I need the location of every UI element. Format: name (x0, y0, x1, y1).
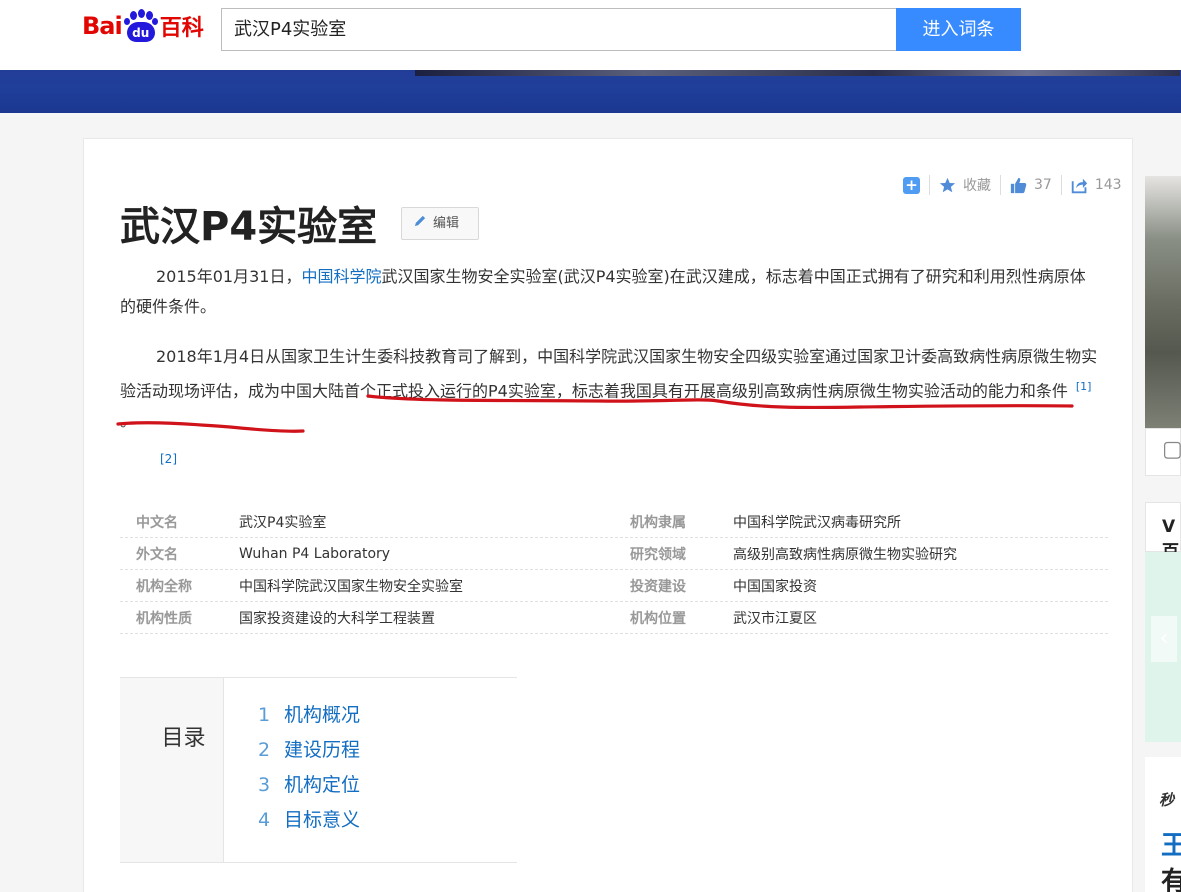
toc-list: 1 机构概况 2 建设历程 3 机构定位 4 目标意义 (258, 700, 360, 840)
chevron-left-icon[interactable]: ‹ (1151, 616, 1177, 662)
summary-paragraph-1: 2015年01月31日，中国科学院武汉国家生物安全实验室(武汉P4实验室)在武汉… (120, 262, 1100, 322)
info-value: 中国国家投资 (733, 578, 817, 595)
info-value: 中国科学院武汉病毒研究所 (733, 514, 901, 531)
paw-icon: du (123, 9, 158, 43)
search-input[interactable]: 武汉P4实验室 (221, 8, 897, 51)
toc-item[interactable]: 4 目标意义 (258, 805, 360, 840)
toc-item[interactable]: 3 机构定位 (258, 770, 360, 805)
info-row: 机构性质 国家投资建设的大科学工程装置 机构位置 武汉市江夏区 (120, 602, 1108, 634)
toc-label: 目录 (120, 678, 224, 862)
toc-item-number: 1 (258, 704, 271, 726)
toc-item-label[interactable]: 机构定位 (284, 774, 360, 796)
reference-2-link[interactable]: [2] (160, 452, 177, 466)
top-header: Bai du 百科 武汉P4实验室 进入词条 (0, 0, 1181, 70)
toc-item-number: 2 (258, 739, 271, 761)
page-title: 武汉P4实验室 (120, 204, 378, 250)
toc-item-number: 3 (258, 774, 271, 796)
toolbar-divider (1060, 175, 1062, 195)
enter-entry-button[interactable]: 进入词条 (896, 8, 1021, 51)
toc-item[interactable]: 2 建设历程 (258, 735, 360, 770)
logo-du-text: du (126, 22, 155, 42)
reference-1-link[interactable]: [1] (1076, 380, 1092, 393)
info-name: 研究领域 (630, 546, 686, 563)
para2-text: 2018年1月4日从国家卫生计生委科技教育司了解到，中国科学院武汉国家生物安全四… (120, 347, 1098, 401)
toc-item-label[interactable]: 目标意义 (284, 809, 360, 831)
info-name: 机构性质 (136, 610, 192, 627)
para2-end: 。 (120, 411, 137, 431)
info-value: Wuhan P4 Laboratory (239, 545, 391, 562)
edit-button[interactable]: 编辑 (401, 207, 479, 240)
plus-icon[interactable]: + (903, 176, 920, 194)
para1-prefix: 2015年01月31日， (156, 267, 302, 286)
cas-link[interactable]: 中国科学院 (301, 267, 381, 286)
logo-baike-text: 百科 (159, 16, 204, 41)
info-value: 武汉P4实验室 (239, 514, 327, 531)
info-row: 中文名 武汉P4实验室 机构隶属 中国科学院武汉病毒研究所 (120, 506, 1108, 538)
sidebar-bottom-dark: 有 (1161, 867, 1181, 892)
header-banner (0, 70, 1181, 113)
info-name: 中文名 (136, 514, 178, 531)
toc-item[interactable]: 1 机构概况 (258, 700, 360, 735)
share-count: 143 (1094, 177, 1122, 193)
article-toolbar: + 收藏 37 143 (903, 172, 1122, 198)
summary-paragraph-2: 2018年1月4日从国家卫生计生委科技教育司了解到，中国科学院武汉国家生物安全四… (120, 342, 1100, 436)
sidebar-bottom-italic: 秒 (1159, 791, 1175, 809)
toc-item-number: 4 (258, 809, 271, 831)
thumbs-up-icon[interactable] (1010, 177, 1027, 194)
logo-bai-text: Bai (82, 12, 123, 40)
baidu-baike-logo[interactable]: Bai du 百科 (82, 4, 204, 48)
sidebar-bottom-blue[interactable]: 王 (1161, 825, 1181, 862)
image-icon[interactable]: ▢ (1145, 428, 1181, 476)
info-value: 高级别高致病性病原微生物实验研究 (733, 546, 957, 563)
sidebar-video-header: V百 (1145, 502, 1181, 562)
pencil-icon (414, 208, 427, 239)
favorite-label[interactable]: 收藏 (963, 175, 991, 195)
sidebar-photo[interactable] (1145, 176, 1181, 428)
info-name: 机构全称 (136, 578, 192, 595)
sidebar-video-panel[interactable]: ‹ (1145, 552, 1181, 742)
table-of-contents: 目录 1 机构概况 2 建设历程 3 机构定位 4 目标意义 (120, 677, 517, 863)
toc-item-label[interactable]: 机构概况 (284, 704, 360, 726)
toc-item-label[interactable]: 建设历程 (284, 739, 360, 761)
info-row: 机构全称 中国科学院武汉国家生物安全实验室 投资建设 中国国家投资 (120, 570, 1108, 602)
info-name: 机构隶属 (630, 514, 686, 531)
info-row: 外文名 Wuhan P4 Laboratory 研究领域 高级别高致病性病原微生物实验… (120, 538, 1108, 570)
like-count: 37 (1034, 177, 1052, 193)
info-name: 机构位置 (630, 610, 686, 627)
info-value: 中国科学院武汉国家生物安全实验室 (239, 578, 463, 595)
info-name: 投资建设 (630, 578, 686, 595)
banner-image-strip (415, 70, 1180, 76)
edit-label: 编辑 (433, 216, 460, 231)
toolbar-divider (1000, 175, 1001, 195)
info-name: 外文名 (136, 546, 178, 563)
sidebar-bottom-panel: 秒 王 有 (1145, 757, 1181, 892)
toolbar-divider (929, 175, 930, 195)
basic-info-table: 中文名 武汉P4实验室 机构隶属 中国科学院武汉病毒研究所外文名 Wuhan P4 La… (120, 506, 1108, 634)
star-icon[interactable] (939, 177, 956, 194)
info-value: 武汉市江夏区 (733, 610, 817, 627)
info-value: 国家投资建设的大科学工程装置 (239, 610, 435, 627)
share-icon[interactable] (1071, 177, 1088, 194)
